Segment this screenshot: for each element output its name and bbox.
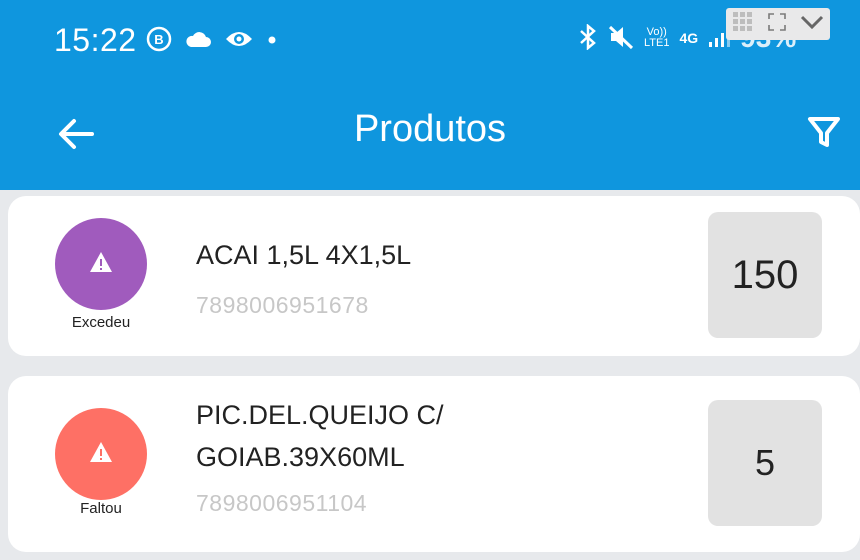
status-avatar-faltou <box>55 408 147 500</box>
cloud-icon <box>184 29 212 54</box>
bluetooth-icon <box>578 22 598 53</box>
filter-button[interactable] <box>796 106 852 162</box>
b-badge-icon: B <box>146 26 172 57</box>
volte-icon: Vo)) LTE1 <box>644 26 670 49</box>
eye-icon <box>224 28 254 55</box>
product-name: ACAI 1,5L 4X1,5L <box>196 240 412 270</box>
status-left-icons: B <box>146 26 278 57</box>
status-avatar-excedeu <box>55 218 147 310</box>
product-card[interactable]: Excedeu ACAI 1,5L 4X1,5L 7898006951678 1… <box>8 196 860 356</box>
floating-window-controls[interactable] <box>726 8 830 40</box>
product-name-line2: GOIAB.39X60ML <box>196 442 405 472</box>
svg-text:B: B <box>154 32 163 47</box>
chevron-down-icon[interactable] <box>799 13 825 36</box>
quantity-value: 150 <box>731 252 799 297</box>
warning-icon <box>89 251 113 278</box>
status-time: 15:22 <box>54 22 137 58</box>
expand-icon[interactable] <box>766 11 788 38</box>
product-code: 7898006951104 <box>196 490 368 516</box>
quantity-box[interactable]: 150 <box>708 212 822 338</box>
status-label: Excedeu <box>71 314 131 331</box>
product-code: 7898006951678 <box>196 292 369 318</box>
status-bar: 15:22 B Vo)) LTE1 4G 93% <box>0 0 860 84</box>
product-card[interactable]: Faltou PIC.DEL.QUEIJO C/ GOIAB.39X60ML 7… <box>8 376 860 552</box>
filter-icon <box>806 114 842 155</box>
quantity-box[interactable]: 5 <box>708 400 822 526</box>
page-title: Produtos <box>353 108 507 150</box>
dot-icon <box>266 33 278 51</box>
app-bar: Produtos <box>0 84 860 190</box>
4g-icon: 4G <box>679 30 699 46</box>
mute-icon <box>608 24 634 53</box>
status-label: Faltou <box>80 500 122 517</box>
warning-icon <box>89 441 113 468</box>
quantity-value: 5 <box>754 442 776 483</box>
grid-icon[interactable] <box>731 10 755 39</box>
